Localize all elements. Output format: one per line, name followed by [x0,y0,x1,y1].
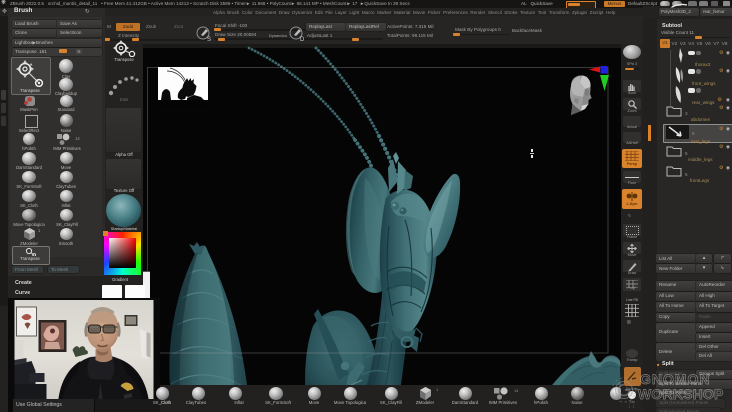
svg-text:GNOMON: GNOMON [640,371,711,387]
svg-text:D: D [300,37,305,42]
svg-text:S: S [207,37,211,42]
svg-text:WORKSHOP: WORKSHOP [638,386,724,402]
